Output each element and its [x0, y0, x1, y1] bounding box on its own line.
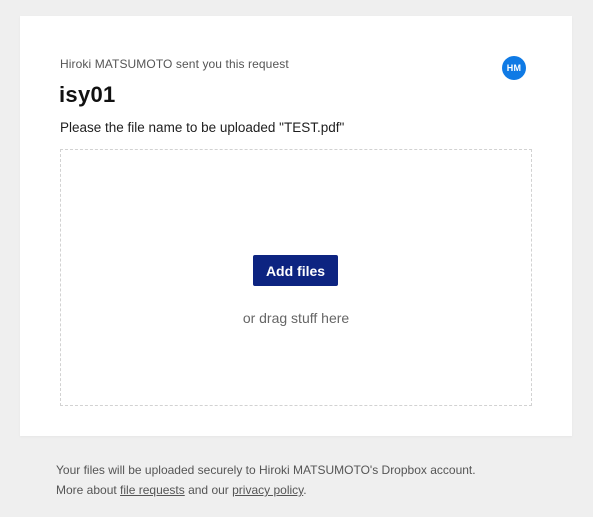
footer-line-1: Your files will be uploaded securely to … — [56, 463, 476, 477]
footer-suffix: . — [303, 483, 307, 497]
privacy-policy-link[interactable]: privacy policy — [232, 483, 303, 497]
footer-prefix: More about — [56, 483, 121, 497]
request-description: Please the file name to be uploaded "TES… — [60, 120, 345, 135]
add-files-button[interactable]: Add files — [253, 255, 338, 286]
file-requests-link[interactable]: file requests — [120, 483, 185, 497]
file-dropzone[interactable]: Add files or drag stuff here — [60, 149, 532, 406]
drag-hint-text: or drag stuff here — [242, 310, 350, 326]
footer-note: Your files will be uploaded securely to … — [56, 460, 476, 500]
request-title: isy01 — [59, 82, 116, 107]
footer-line-2: More about file requests and our privacy… — [56, 480, 476, 500]
request-card: Hiroki MATSUMOTO sent you this request H… — [20, 16, 572, 436]
footer-middle: and our — [184, 483, 233, 497]
sender-text: Hiroki MATSUMOTO sent you this request — [60, 57, 289, 71]
avatar: HM — [502, 56, 526, 80]
